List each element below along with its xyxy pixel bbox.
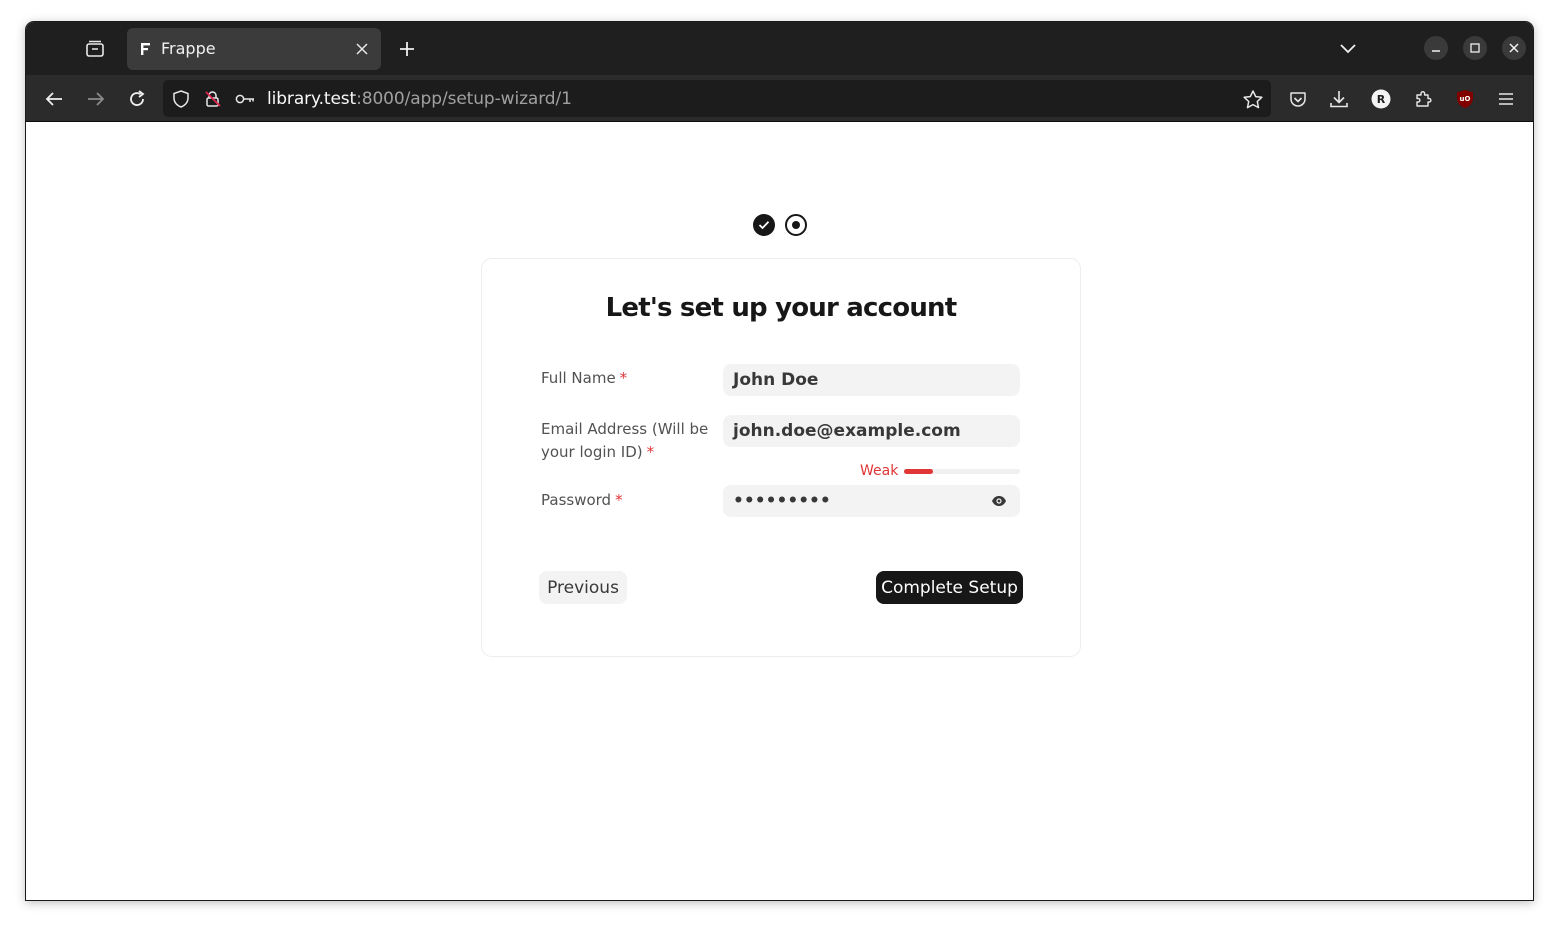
tab-title: Frappe [161,39,216,58]
reload-icon[interactable] [123,85,151,113]
new-tab-icon[interactable] [395,37,419,61]
close-window-icon[interactable] [1502,36,1526,60]
page-title: Let's set up your account [605,293,958,323]
password-input[interactable]: ••••••••• [723,485,1020,517]
full-name-input[interactable]: John Doe [723,364,1020,396]
address-bar[interactable]: library.test:8000/app/setup-wizard/1 [163,80,1271,117]
forward-arrow-icon[interactable] [82,85,110,113]
ublock-origin-icon[interactable]: uO [1451,85,1479,113]
email-label-line2: your login ID) [541,443,643,461]
full-name-label: Full Name * [541,367,627,390]
minimize-icon[interactable] [1424,36,1448,60]
url-text[interactable]: library.test:8000/app/setup-wizard/1 [267,89,572,109]
required-asterisk: * [619,369,628,387]
wizard-step-indicator [753,214,807,236]
navigation-toolbar: library.test:8000/app/setup-wizard/1 R u… [26,75,1533,122]
list-tabs-chevron-icon[interactable] [1336,38,1360,60]
password-label: Password * [541,489,623,512]
password-label-text: Password [541,491,612,509]
password-strength-label: Weak [860,463,899,479]
email-label: Email Address (Will be your login ID) * [541,418,708,464]
setup-card: Let's set up your account Full Name * Joh… [481,258,1081,657]
frappe-favicon-icon [139,41,151,60]
tab-frappe[interactable]: Frappe [127,28,381,70]
password-strength-bar [904,469,1020,474]
profile-initial: R [1376,92,1386,106]
pocket-icon[interactable] [1284,85,1312,113]
required-asterisk: * [646,443,655,461]
insecure-lock-icon[interactable] [203,89,223,109]
ublock-badge-text: uO [1459,95,1471,103]
password-masked-value: ••••••••• [733,491,831,511]
page-content: Let's set up your account Full Name * Joh… [26,122,1533,900]
complete-setup-button[interactable]: Complete Setup [876,571,1023,604]
password-strength-fill [904,469,933,474]
downloads-icon[interactable] [1325,85,1353,113]
tab-bar: Frappe [26,22,1533,75]
url-path: :8000/app/setup-wizard/1 [356,89,572,109]
step-completed-check-icon [753,214,775,236]
permissions-key-icon[interactable] [235,89,255,109]
tracking-shield-icon[interactable] [171,89,191,109]
show-password-eye-icon[interactable] [990,493,1008,509]
tab-overview-icon[interactable] [82,36,108,62]
app-menu-hamburger-icon[interactable] [1492,85,1520,113]
maximize-icon[interactable] [1463,36,1487,60]
full-name-label-text: Full Name [541,369,616,387]
account-avatar-icon[interactable]: R [1367,85,1395,113]
step-current-dot-icon [785,214,807,236]
url-host: library.test [267,89,357,109]
browser-window: Frappe library.test:8000/app/setup-wizar… [25,21,1534,901]
extensions-puzzle-icon[interactable] [1409,85,1437,113]
email-label-line1: Email Address (Will be [541,420,709,438]
bookmark-star-icon[interactable] [1243,89,1263,109]
close-tab-icon[interactable] [353,40,371,58]
required-asterisk: * [615,491,623,509]
email-input[interactable]: john.doe@example.com [723,415,1020,447]
previous-button[interactable]: Previous [539,571,627,604]
back-arrow-icon[interactable] [40,85,68,113]
